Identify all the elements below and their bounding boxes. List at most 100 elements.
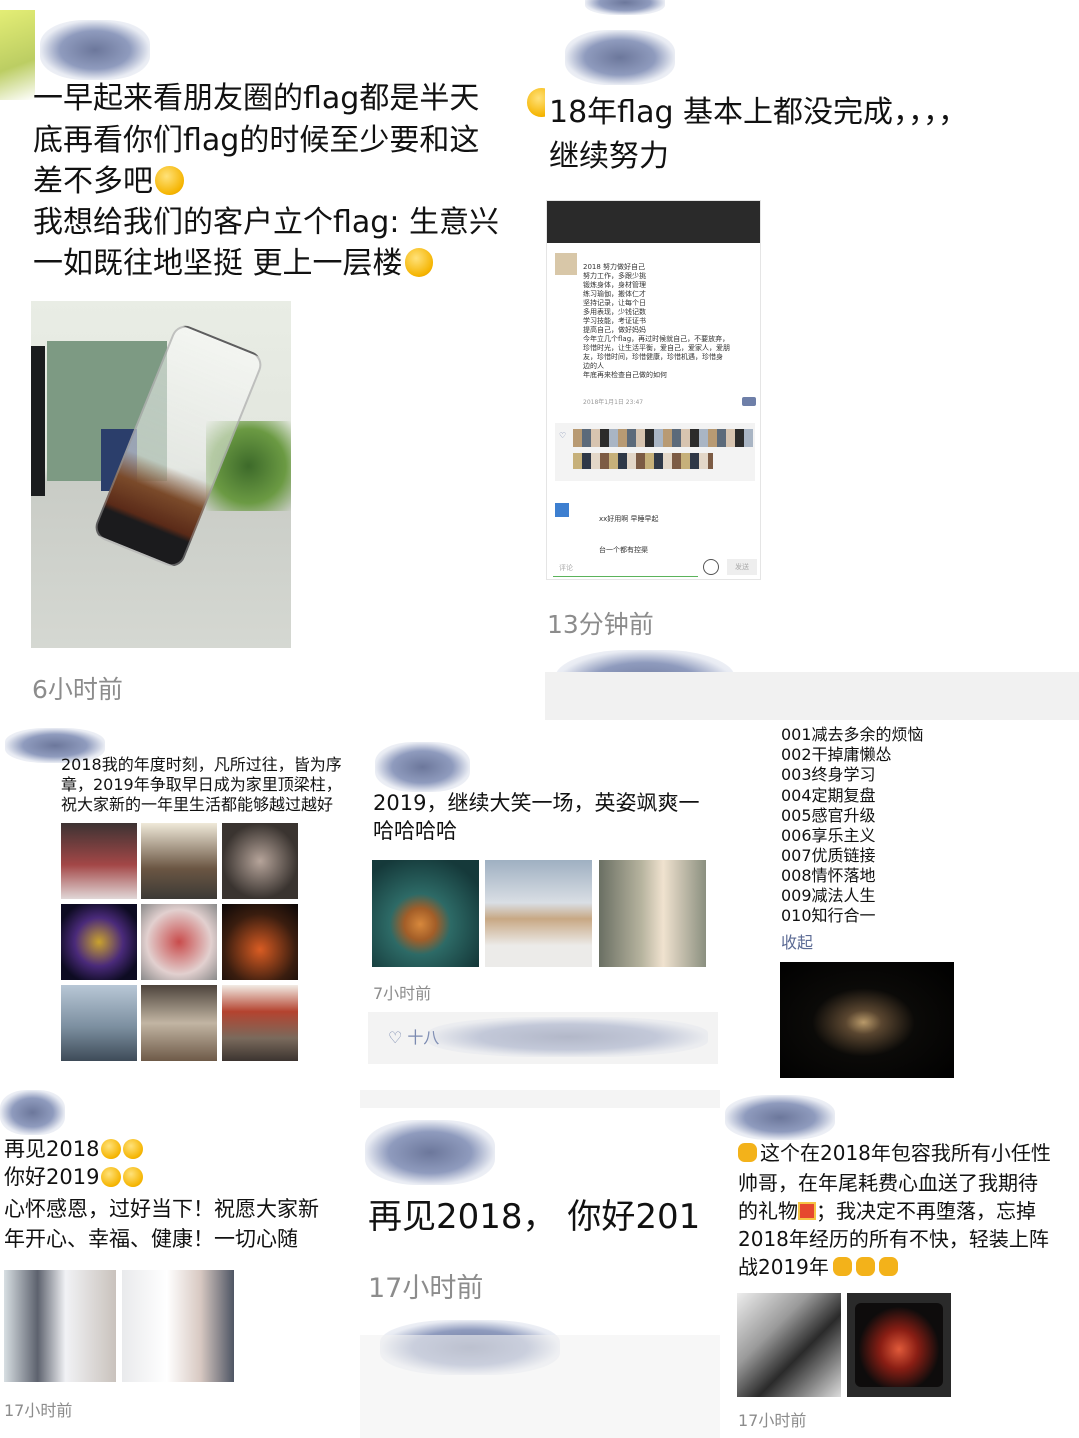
screenshot-comment: xx好用啊 早睡早起	[599, 515, 659, 523]
post-photo[interactable]	[485, 860, 592, 967]
post-photo-wedding[interactable]	[122, 1270, 234, 1382]
post-photo-wedding[interactable]	[4, 1270, 116, 1382]
screenshot-line: 学习技能，考证证书	[583, 317, 646, 325]
grid-photo[interactable]	[222, 823, 298, 899]
post-text-row: 这个在2018年包容我所有小任性	[738, 1139, 1051, 1167]
post-text-line: 2018年经历的所有不快，轻装上阵	[738, 1227, 1049, 1251]
smile-emoji-icon	[101, 1166, 122, 1187]
embedded-screenshot[interactable]: 2018 努力做好自己 努力工作，多跟少挑 锻炼身体，身材管理 练习瑜伽，搬体仁…	[546, 200, 761, 580]
likes-bar: ♡ 十八	[368, 1012, 718, 1064]
post-timestamp: 17小时前	[4, 1401, 73, 1420]
post-timestamp: 17小时前	[368, 1273, 484, 1304]
post-text-line: 哈哈哈哈	[373, 819, 457, 843]
post-card-3: 2018我的年度时刻，凡所过往，皆为序 章，2019年争取早日成为家里顶梁柱， …	[0, 720, 360, 1080]
grid-photo[interactable]	[141, 904, 217, 980]
avatar-blur	[725, 1095, 835, 1140]
grid-photo[interactable]	[61, 823, 137, 899]
post-text-line: 再见2018	[4, 1137, 100, 1161]
screenshot-input-placeholder: 评论	[559, 564, 573, 572]
grid-photo[interactable]	[61, 904, 137, 980]
grid-photo[interactable]	[61, 985, 137, 1061]
post-photo-tablet[interactable]	[847, 1293, 951, 1397]
screenshot-line: 锻炼身体，身材管理	[583, 281, 646, 289]
list-item: 005感官升级	[781, 806, 876, 825]
pointing-hand-icon	[738, 1143, 757, 1163]
post-text-line: 祝大家新的一年里生活都能够越过越好	[61, 795, 334, 814]
post-card-7: 再见2018， 你好201 17小时前	[360, 1090, 720, 1438]
post-photo-night[interactable]	[780, 962, 954, 1078]
post-text-line: ；我决定不再堕落，忘掉	[816, 1199, 1036, 1223]
divider-bar	[545, 672, 1079, 720]
post-timestamp: 7小时前	[373, 984, 432, 1003]
post-text-row: 战2019年	[738, 1253, 898, 1281]
post-timestamp: 6小时前	[32, 675, 123, 704]
list-item: 001减去多余的烦恼	[781, 725, 924, 744]
top-left-leaf-decoration	[0, 10, 35, 100]
post-card-5: 001减去多余的烦恼 002干掉庸懒怂 003终身学习 004定期复盘 005感…	[720, 720, 1079, 1085]
screenshot-text-block: 2018 努力做好自己 努力工作，多跟少挑 锻炼身体，身材管理 练习瑜伽，搬体仁…	[583, 263, 758, 380]
post-card-8: 这个在2018年包容我所有小任性 帅哥，在年尾耗费心血送了我期待 的礼物 ；我决定…	[720, 1085, 1079, 1438]
screenshot-comment: 台一个都有控渠	[599, 546, 648, 554]
list-item: 002干掉庸懒怂	[781, 745, 892, 764]
screenshot-line: 练习瑜伽，搬体仁才	[583, 290, 646, 298]
screenshot-send-button: 发送	[727, 559, 757, 575]
smile-emoji-icon	[123, 1166, 144, 1187]
post-text-row: 你好2019	[4, 1163, 144, 1191]
post-text-row: 差不多吧	[33, 161, 184, 203]
post-text-line: 帅哥，在年尾耗费心血送了我期待	[738, 1171, 1038, 1195]
list-item: 010知行合一	[781, 906, 876, 925]
scribble-blur	[585, 0, 665, 15]
post-text-line: 年开心、幸福、健康！一切心随	[4, 1227, 298, 1251]
mosaic-avatar-row	[573, 453, 713, 469]
post-card-4: 2019，继续大笑一场，英姿飒爽一 哈哈哈哈 7小时前 ♡ 十八	[360, 730, 720, 1090]
screenshot-time: 2018年1月1日 23:47	[583, 399, 644, 406]
screenshot-comment-avatar	[555, 503, 569, 517]
screenshot-line: 友，珍惜时间，珍惜健康，珍惜机遇，珍惜身	[583, 353, 723, 361]
grid-photo[interactable]	[222, 985, 298, 1061]
screenshot-more-icon	[742, 397, 756, 406]
post-text-line: 的礼物	[738, 1199, 798, 1223]
screenshot-line: 珍惜时光，让生活平衡，爱自己，爱家人，爱朋	[583, 344, 730, 352]
thinking-emoji-icon	[155, 166, 184, 195]
list-item: 008情怀落地	[781, 866, 876, 885]
fist-icon	[832, 1257, 852, 1277]
post-card-1: 一早起来看朋友圈的flag都是半天 底再看你们flag的时候至少要和这 差不多吧…	[0, 0, 545, 720]
screenshot-line: 提高自己，做好妈妈	[583, 326, 646, 334]
post-text-line: 2018我的年度时刻，凡所过往，皆为序	[61, 755, 342, 774]
screenshot-header-bar	[547, 201, 760, 243]
post-text-line: 章，2019年争取早日成为家里顶梁柱，	[61, 775, 342, 794]
post-card-2: 18年flag 基本上都没完成，，，， 继续努力 2018 努力做好自己 努力工…	[545, 0, 1079, 720]
post-photo-bottle[interactable]	[31, 301, 291, 648]
list-item: 006享乐主义	[781, 826, 876, 845]
list-item: 009减法人生	[781, 886, 876, 905]
top-divider	[360, 1090, 720, 1108]
post-photo[interactable]	[372, 860, 479, 967]
avatar-blur	[40, 20, 150, 80]
post-text-line: 你好2019	[4, 1165, 100, 1189]
grid-photo[interactable]	[222, 904, 298, 980]
heart-icon: ♡	[559, 431, 567, 440]
screenshot-line: 努力工作，多跟少挑	[583, 272, 646, 280]
screenshot-avatar	[555, 253, 577, 275]
post-text-line: 差不多吧	[33, 164, 153, 199]
post-photo-bw[interactable]	[737, 1293, 841, 1397]
post-text-row: 的礼物 ；我决定不再堕落，忘掉	[738, 1197, 1036, 1225]
collapse-link[interactable]: 收起	[781, 933, 813, 953]
bottom-divider	[360, 1335, 720, 1438]
screenshot-emoji-icon	[703, 559, 719, 575]
grid-photo[interactable]	[141, 985, 217, 1061]
mosaic-avatar-row	[573, 429, 753, 447]
screenshot-line: 今年立几个flag，再过时候就自己，不要放弃，	[583, 335, 730, 343]
grid-photo[interactable]	[141, 823, 217, 899]
post-photo[interactable]	[599, 860, 706, 967]
screenshot-likes-area: ♡	[555, 423, 755, 481]
post-timestamp: 17小时前	[738, 1411, 807, 1430]
post-text-line: 一早起来看朋友圈的flag都是半天	[33, 81, 480, 116]
screenshot-line: 坚持记录，让每个日	[583, 299, 646, 307]
avatar-blur	[565, 30, 675, 85]
screenshot-comment-input: 评论	[553, 557, 698, 577]
screenshot-line: 年底再来检查自己做的如何	[583, 371, 667, 379]
fist-icon	[878, 1257, 898, 1277]
list-item: 004定期复盘	[781, 786, 876, 805]
avatar-blur	[365, 1120, 495, 1185]
